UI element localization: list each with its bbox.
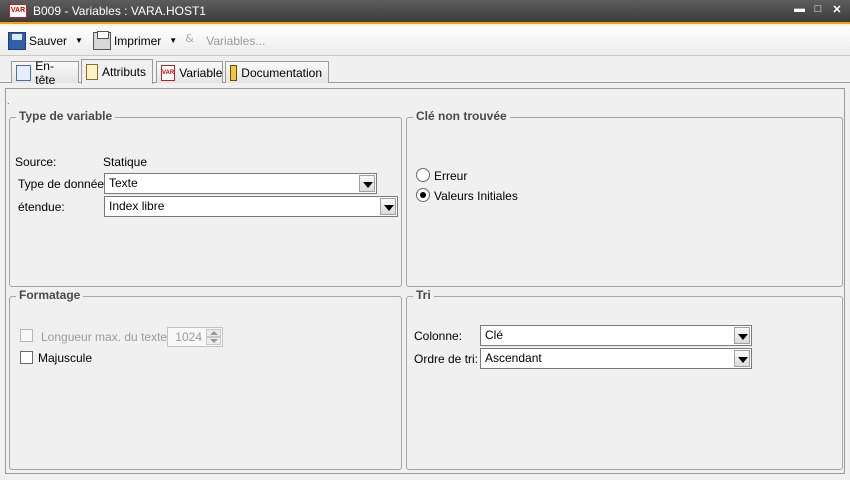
chevron-down-icon[interactable]: [359, 175, 375, 192]
chevron-down-icon[interactable]: [734, 350, 750, 367]
tab-label: Attributs: [101, 65, 146, 79]
print-label: Imprimer: [113, 33, 162, 48]
scope-label: étendue:: [18, 200, 65, 214]
uppercase-checkbox[interactable]: [20, 351, 33, 364]
tab-variable[interactable]: VAR Variable: [156, 61, 223, 83]
window-title: B009 - Variables : VARA.HOST1: [33, 4, 206, 18]
variables-icon: &: [185, 31, 194, 45]
column-label: Colonne:: [414, 329, 463, 343]
column-combo[interactable]: Clé: [480, 325, 752, 346]
max-length-value: 1024: [175, 330, 202, 344]
variables-label: Variables...: [206, 33, 266, 48]
sort-order-label: Ordre de tri:: [414, 352, 479, 366]
chevron-down-icon[interactable]: [380, 198, 396, 215]
var-icon: VAR: [9, 4, 27, 18]
save-dropdown-icon[interactable]: ▼: [75, 36, 83, 45]
max-length-label: Longueur max. du texte:: [41, 330, 171, 344]
save-icon: [8, 31, 26, 50]
group-formatage: Formatage Longueur max. du texte: 1024 M…: [9, 288, 402, 470]
group-type-de-variable: Type de variable Source: Statique Type d…: [9, 109, 402, 287]
save-button[interactable]: Sauver ▼: [8, 31, 83, 50]
window-controls: ▬ □ ✕: [794, 3, 842, 16]
variables-button[interactable]: & Variables...: [185, 32, 265, 50]
toolbar: Sauver ▼ Imprimer ▼ & Variables...: [0, 26, 850, 56]
scope-value: Index libre: [109, 199, 165, 213]
radio-valeurs-initiales-label: Valeurs Initiales: [434, 189, 518, 203]
group-tri: Tri Colonne: Clé Ordre de tri: Ascendant: [406, 288, 843, 470]
radio-erreur-label: Erreur: [434, 169, 468, 183]
column-value: Clé: [485, 328, 504, 342]
variable-icon: VAR: [161, 64, 176, 81]
radio-erreur[interactable]: [416, 168, 430, 182]
header-icon: [16, 64, 32, 81]
tab-documentation[interactable]: Documentation: [225, 61, 329, 83]
save-label: Sauver: [29, 33, 68, 48]
scope-combo[interactable]: Index libre: [104, 196, 398, 217]
tab-label: Documentation: [241, 65, 322, 80]
close-icon[interactable]: ✕: [832, 3, 842, 16]
max-length-stepper[interactable]: 1024: [167, 327, 223, 347]
documentation-icon: [230, 64, 238, 81]
group-title: Clé non trouvée: [413, 109, 510, 123]
title-bar: VAR B009 - Variables : VARA.HOST1 ▬ □ ✕: [0, 0, 850, 24]
group-title: Type de variable: [16, 109, 116, 123]
uppercase-label: Majuscule: [38, 351, 93, 365]
data-type-combo[interactable]: Texte: [104, 173, 377, 194]
tab-en-tete[interactable]: En-tête: [11, 59, 79, 87]
tab-label: Variable: [179, 65, 223, 80]
radio-valeurs-initiales[interactable]: [416, 188, 430, 202]
source-label: Source:: [15, 155, 57, 169]
print-button[interactable]: Imprimer ▼: [92, 30, 177, 50]
sort-order-combo[interactable]: Ascendant: [480, 348, 752, 369]
chevron-down-icon[interactable]: [734, 327, 750, 344]
print-dropdown-icon[interactable]: ▼: [169, 36, 177, 45]
data-type-value: Texte: [109, 176, 138, 190]
print-icon: [92, 30, 111, 50]
minimize-icon[interactable]: ▬: [794, 3, 805, 16]
group-title: Tri: [413, 288, 434, 302]
source-value: Statique: [103, 155, 148, 169]
data-type-label: Type de donnée:: [18, 177, 108, 191]
stepper-down-icon[interactable]: [206, 337, 221, 345]
sort-order-value: Ascendant: [485, 351, 542, 365]
attributes-icon: [86, 64, 98, 80]
tab-label: En-tête: [35, 58, 56, 87]
maximize-icon[interactable]: □: [813, 3, 823, 16]
group-title: Formatage: [16, 288, 84, 302]
group-cle-non-trouvee: Clé non trouvée Erreur Valeurs Initiales: [406, 109, 843, 287]
stepper-up-icon[interactable]: [206, 329, 221, 337]
max-length-checkbox[interactable]: [20, 329, 33, 342]
attributes-panel: . Type de variable Source: Statique Type…: [5, 88, 845, 474]
tab-attributs[interactable]: Attributs: [81, 59, 153, 84]
panel-marker: .: [7, 96, 10, 106]
tab-strip: En-tête Attributs VAR Variable Documenta…: [0, 57, 850, 87]
